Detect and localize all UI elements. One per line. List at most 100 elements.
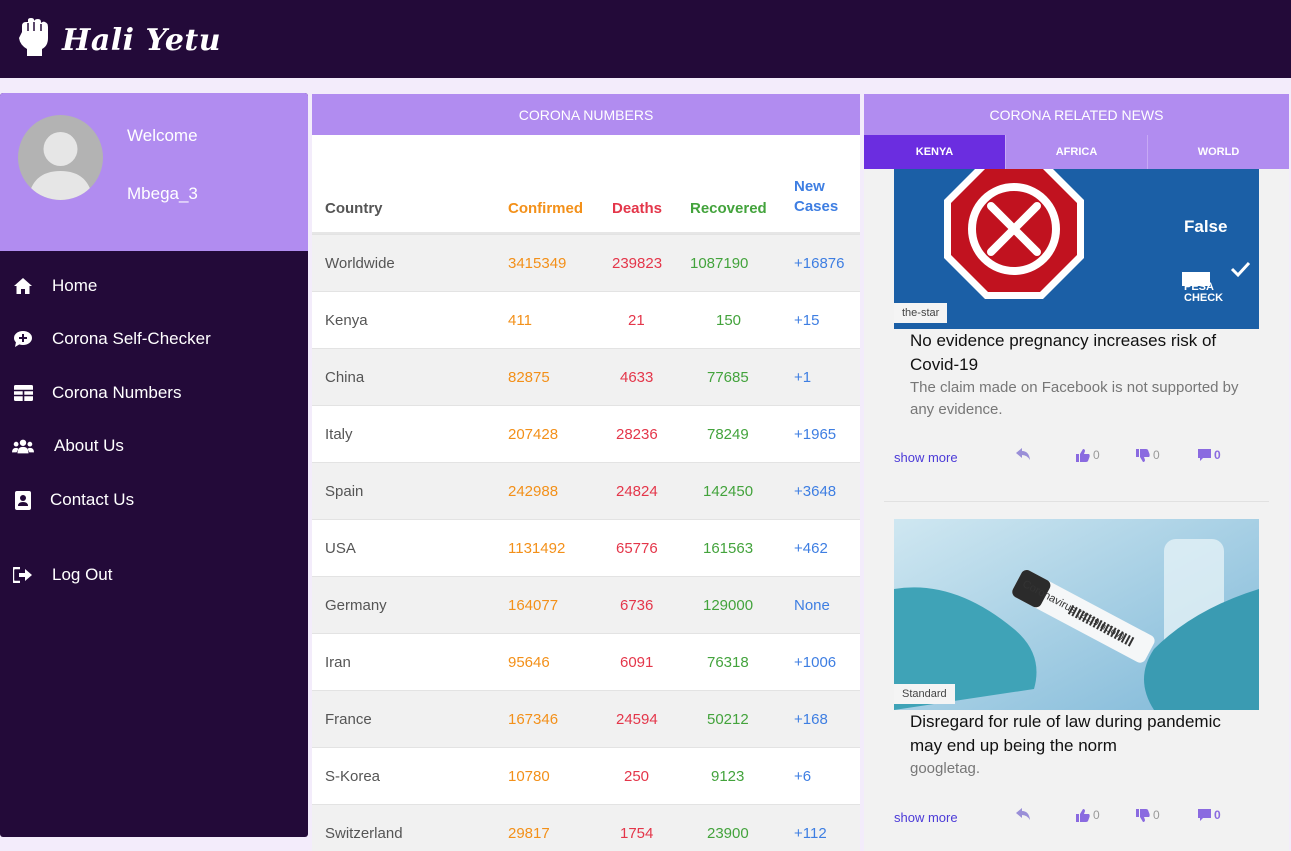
column-header-country[interactable]: Country — [325, 135, 383, 234]
avatar[interactable] — [18, 115, 103, 200]
cell-recovered: 142450 — [703, 483, 754, 500]
news-image-fact-check[interactable] — [894, 169, 1259, 329]
news-title[interactable]: No evidence pregnancy increases risk of … — [910, 329, 1240, 377]
like-count: 0 — [1093, 448, 1100, 462]
table-row: Iran 95646 6091 76318 +1006 — [312, 633, 860, 690]
cell-deaths: 28236 — [616, 426, 658, 443]
raised-fist-icon — [16, 17, 50, 63]
cell-confirmed: 95646 — [508, 654, 550, 671]
cell-confirmed: 207428 — [508, 426, 559, 443]
tab-kenya[interactable]: KENYA — [864, 135, 1006, 169]
like-count: 0 — [1093, 808, 1100, 822]
cell-new-cases: +6 — [794, 768, 812, 785]
table-row: France 167346 24594 50212 +168 — [312, 690, 860, 747]
column-header-new-cases[interactable]: New Cases — [794, 135, 838, 234]
sidebar-item-label: Contact Us — [50, 490, 135, 509]
cell-country: Kenya — [325, 312, 368, 329]
news-actions: show more 0 0 0 — [894, 448, 1244, 468]
news-title[interactable]: Disregard for rule of law during pandemi… — [910, 710, 1240, 758]
sidebar-item-home[interactable]: Home — [0, 266, 308, 306]
news-source-tag: Standard — [894, 684, 955, 704]
table-row: China 82875 4633 77685 +1 — [312, 348, 860, 405]
thumbs-down-icon — [1136, 808, 1150, 822]
cell-deaths: 24824 — [616, 483, 658, 500]
show-more-link[interactable]: show more — [894, 450, 958, 465]
table-row: USA 1131492 65776 161563 +462 — [312, 519, 860, 576]
brand-title: Hali Yetu — [62, 22, 222, 58]
sidebar: Welcome Mbega_3 Home Corona Self-Checker… — [0, 93, 308, 837]
comment-button[interactable]: 0 — [1198, 808, 1221, 822]
cell-recovered: 23900 — [707, 825, 749, 842]
cell-recovered: 1087190 — [690, 255, 749, 272]
cell-deaths: 1754 — [620, 825, 654, 842]
dislike-button[interactable]: 0 — [1136, 808, 1160, 822]
news-description: The claim made on Facebook is not suppor… — [910, 379, 1239, 418]
cell-country: China — [325, 369, 365, 386]
column-header-deaths[interactable]: Deaths — [612, 135, 662, 234]
show-more-link[interactable]: show more — [894, 810, 958, 825]
cell-country: Italy — [325, 426, 353, 443]
sidebar-item-corona-numbers[interactable]: Corona Numbers — [0, 373, 308, 413]
cell-recovered: 77685 — [707, 369, 749, 386]
stop-sign-icon — [894, 169, 1259, 329]
cell-deaths: 250 — [624, 768, 650, 785]
cell-recovered: 150 — [716, 312, 742, 329]
cell-deaths: 6736 — [620, 597, 654, 614]
comment-button[interactable]: 0 — [1198, 448, 1221, 462]
cell-confirmed: 1131492 — [508, 540, 566, 557]
cell-confirmed: 29817 — [508, 825, 550, 842]
cell-country: Worldwide — [325, 255, 395, 272]
news-tabs: KENYA AFRICA WORLD — [864, 135, 1289, 169]
cell-recovered: 78249 — [707, 426, 749, 443]
cell-country: S-Korea — [325, 768, 381, 785]
column-header-confirmed[interactable]: Confirmed — [508, 135, 583, 234]
cell-country: Germany — [325, 597, 387, 614]
news-panel-title: CORONA RELATED NEWS — [864, 94, 1289, 135]
cell-recovered: 9123 — [711, 768, 745, 785]
comment-count: 0 — [1214, 448, 1221, 462]
sidebar-item-label: Log Out — [52, 565, 113, 584]
cell-confirmed: 411 — [508, 312, 532, 329]
sidebar-item-label: Home — [52, 276, 98, 295]
table-row: Germany 164077 6736 129000 None — [312, 576, 860, 633]
numbers-panel-title: CORONA NUMBERS — [312, 94, 860, 135]
column-header-new-cases-line1: New — [794, 178, 825, 195]
sidebar-item-log-out[interactable]: Log Out — [0, 555, 308, 595]
column-header-recovered[interactable]: Recovered — [690, 135, 767, 234]
dislike-count: 0 — [1153, 808, 1160, 822]
dislike-button[interactable]: 0 — [1136, 448, 1160, 462]
cell-recovered: 76318 — [707, 654, 749, 671]
thumbs-up-icon — [1076, 808, 1090, 822]
news-source-tag: the-star — [894, 303, 948, 323]
sidebar-item-label: Corona Numbers — [52, 383, 182, 402]
contact-card-icon — [12, 489, 34, 511]
like-button[interactable]: 0 — [1076, 448, 1100, 462]
chat-plus-icon — [12, 328, 34, 350]
cell-new-cases: +112 — [794, 825, 827, 842]
cell-country: Spain — [325, 483, 364, 500]
home-icon — [12, 275, 34, 297]
cell-new-cases: None — [794, 597, 830, 614]
like-button[interactable]: 0 — [1076, 808, 1100, 822]
reply-icon[interactable] — [1016, 448, 1030, 460]
table-row: Italy 207428 28236 78249 +1965 — [312, 405, 860, 462]
cell-deaths: 239823 — [612, 255, 663, 272]
tab-world[interactable]: WORLD — [1148, 135, 1289, 169]
reply-icon[interactable] — [1016, 808, 1030, 820]
sidebar-item-label: Corona Self-Checker — [52, 329, 211, 348]
cell-confirmed: 3415349 — [508, 255, 567, 272]
sidebar-item-contact-us[interactable]: Contact Us — [0, 480, 308, 520]
user-silhouette-icon — [28, 132, 93, 200]
table-header: Country Confirmed Deaths Recovered New C… — [312, 135, 860, 234]
cell-deaths: 4633 — [620, 369, 654, 386]
brand[interactable]: Hali Yetu — [16, 17, 222, 63]
column-header-new-cases-line2: Cases — [794, 198, 839, 215]
tab-africa[interactable]: AFRICA — [1006, 135, 1148, 169]
corona-news-panel: CORONA RELATED NEWS KENYA AFRICA WORLD F… — [864, 94, 1289, 851]
corona-numbers-panel: CORONA NUMBERS Country Confirmed Deaths … — [312, 94, 860, 851]
cell-new-cases: +1 — [794, 369, 812, 386]
sidebar-item-about-us[interactable]: About Us — [0, 426, 308, 466]
table-icon — [12, 382, 34, 404]
cell-confirmed: 242988 — [508, 483, 559, 500]
sidebar-item-self-checker[interactable]: Corona Self-Checker — [0, 319, 308, 359]
